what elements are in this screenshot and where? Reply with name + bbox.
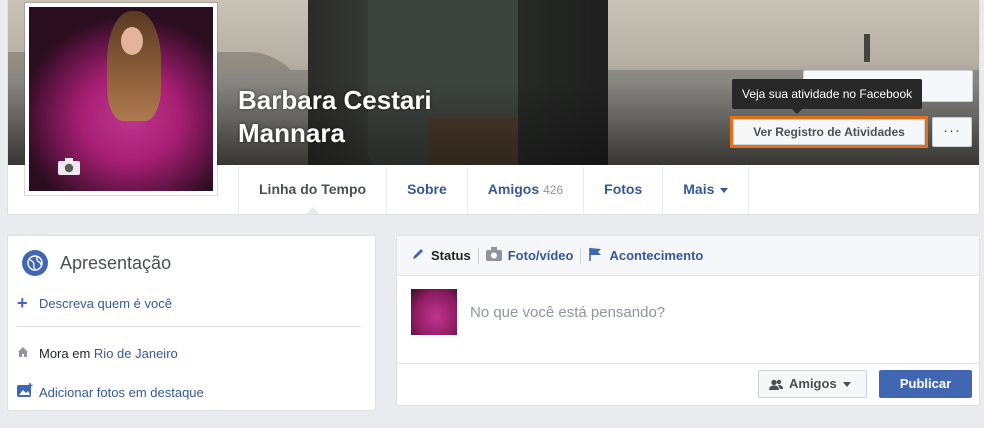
tab-friends[interactable]: Amigos 426 (466, 166, 583, 214)
composer-tab-life-event[interactable]: Acontecimento (588, 247, 703, 265)
tab-label: Mais (683, 181, 715, 197)
add-photos-link[interactable]: Adicionar fotos em destaque (39, 385, 204, 400)
pencil-icon (411, 247, 425, 264)
profile-name-line2: Mannara (238, 118, 345, 148)
lives-in-city-link[interactable]: Rio de Janeiro (94, 346, 178, 361)
status-input[interactable]: No que você está pensando? (470, 304, 665, 321)
tab-photos[interactable]: Fotos (583, 166, 662, 214)
composer-footer: Amigos Publicar (397, 363, 979, 406)
camera-icon[interactable] (57, 157, 83, 177)
lives-in-prefix: Mora em (39, 346, 91, 361)
house-icon (17, 346, 39, 361)
globe-icon (22, 250, 48, 276)
composer-tab-label: Acontecimento (609, 248, 704, 263)
avatar[interactable] (411, 289, 457, 335)
tab-label: Fotos (604, 181, 643, 197)
publish-button[interactable]: Publicar (879, 370, 972, 398)
profile-picture[interactable] (25, 3, 217, 195)
tab-about[interactable]: Sobre (386, 166, 467, 214)
composer-tab-photo-video[interactable]: Foto/vídeo (485, 247, 574, 264)
tab-label: Sobre (407, 181, 447, 197)
profile-name-line1: Barbara Cestari (238, 85, 432, 115)
photo-face (121, 27, 143, 55)
tab-more[interactable]: Mais (662, 166, 750, 214)
post-composer: Status Foto/vídeo Acontecimento No que v… (396, 235, 980, 406)
lives-in-row: Mora em Rio de Janeiro (17, 346, 178, 361)
activity-tooltip: Veja sua atividade no Facebook (732, 79, 923, 114)
plus-icon: + (17, 293, 28, 313)
tab-timeline[interactable]: Linha do Tempo (238, 166, 386, 214)
chevron-down-icon (842, 382, 851, 388)
profile-tabs: Linha do Tempo Sobre Amigos 426 Fotos Mai… (238, 166, 750, 214)
composer-tab-separator (580, 247, 582, 264)
add-photo-icon (17, 383, 39, 401)
activity-log-highlight: Ver Registro de Atividades (730, 116, 928, 148)
composer-tab-status[interactable]: Status (411, 247, 471, 264)
composer-tab-separator (477, 247, 479, 264)
intro-title: Apresentação (60, 252, 172, 273)
audience-label: Amigos (789, 376, 837, 391)
profile-name[interactable]: Barbara Cestari Mannara (238, 84, 432, 150)
more-options-button[interactable]: ··· (932, 117, 972, 147)
composer-tab-label: Status (431, 248, 471, 263)
tab-label: Linha do Tempo (259, 181, 367, 197)
add-photos-row[interactable]: Adicionar fotos em destaque (17, 383, 204, 401)
activity-log-button[interactable]: Ver Registro de Atividades (733, 119, 925, 145)
flag-icon (588, 247, 603, 265)
friends-count: 426 (543, 183, 564, 197)
describe-yourself-row[interactable]: + Descreva quem é você (17, 293, 172, 314)
tab-label: Amigos (487, 181, 540, 197)
composer-tabs: Status Foto/vídeo Acontecimento (397, 236, 979, 276)
chevron-down-icon (720, 187, 729, 193)
profile-header: Barbara Cestari Mannara Veja sua ativida… (7, 0, 980, 215)
composer-tab-label: Foto/vídeo (507, 248, 574, 263)
describe-yourself-link[interactable]: Descreva quem é você (39, 296, 172, 311)
audience-selector[interactable]: Amigos (758, 370, 867, 398)
intro-divider (17, 326, 361, 327)
intro-header: Apresentação (22, 250, 171, 276)
camera-icon (485, 247, 502, 264)
